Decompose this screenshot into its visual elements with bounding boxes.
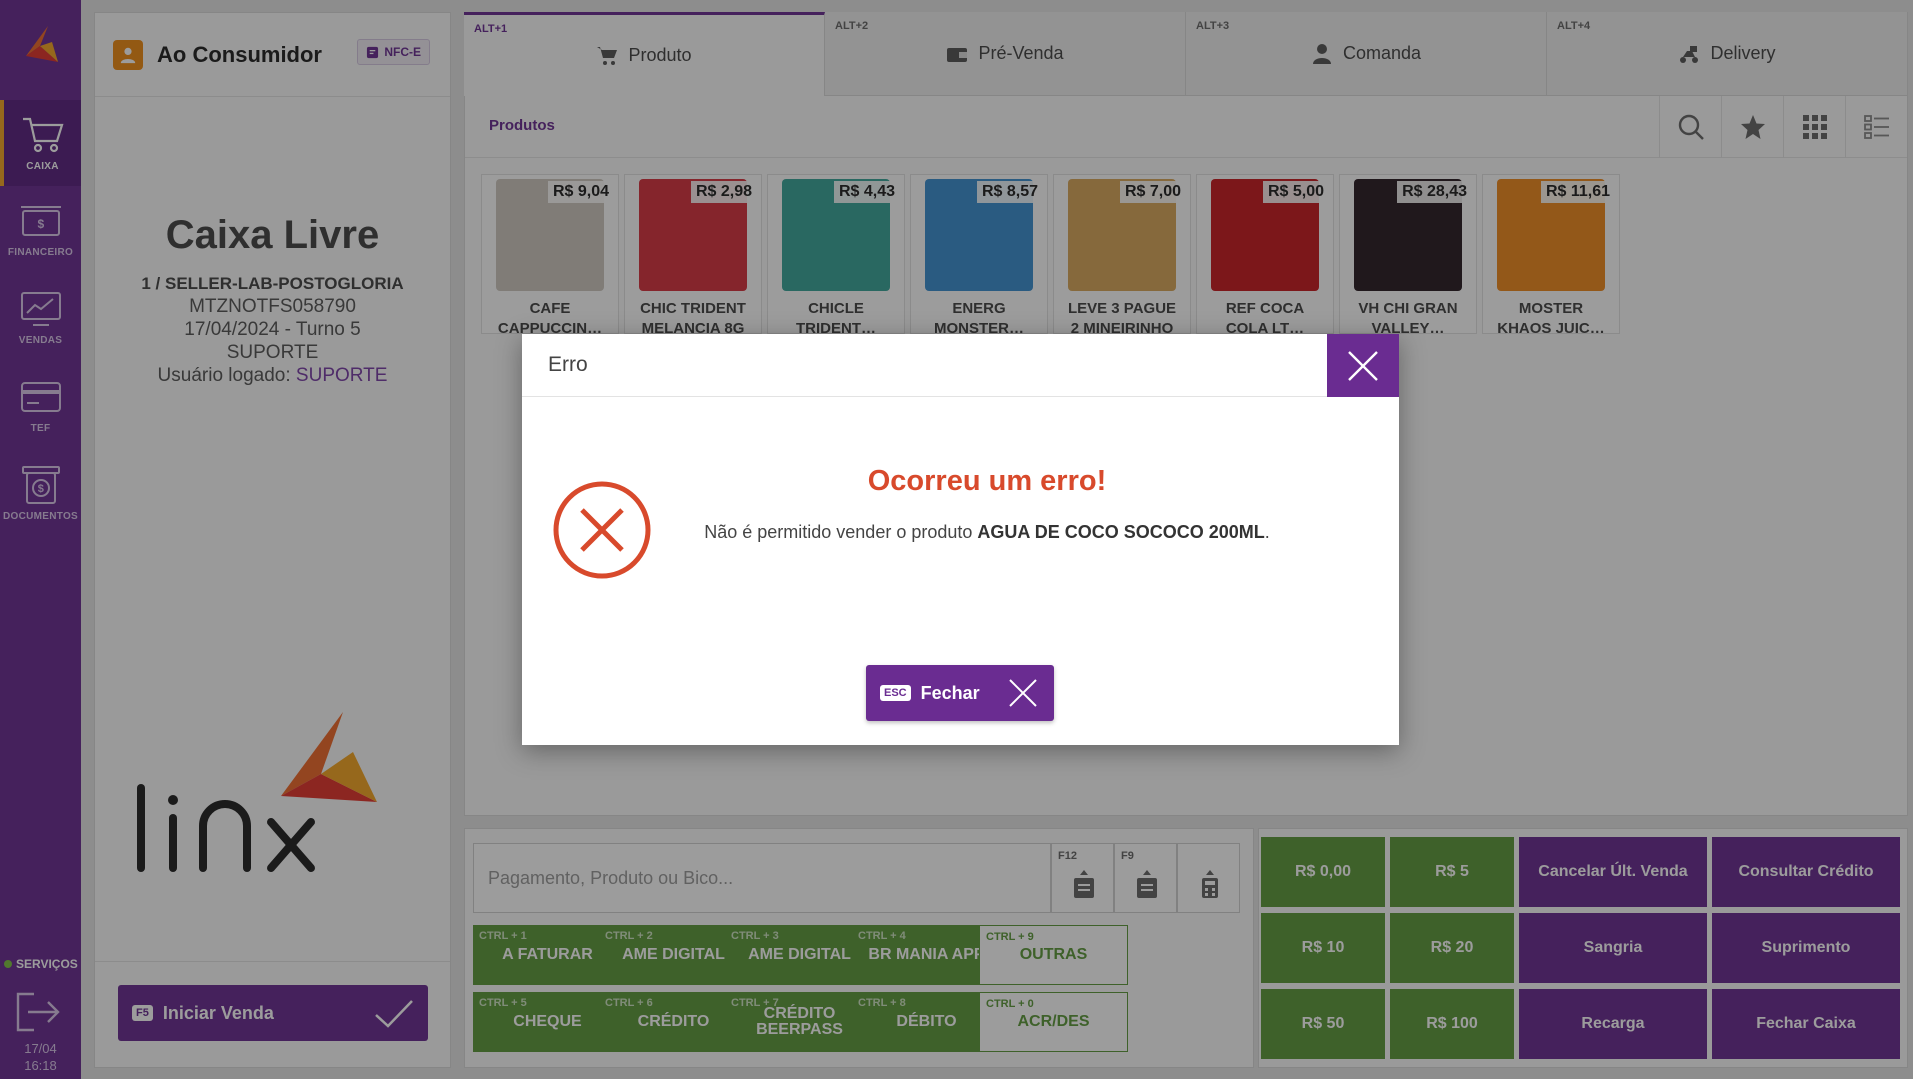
close-icon [1009, 679, 1037, 707]
close-icon [1348, 350, 1378, 381]
dialog-title: Erro [548, 353, 588, 376]
error-message-suffix: . [1264, 522, 1270, 542]
error-dialog: Erro Ocorreu um erro! Não é permitido ve… [522, 334, 1399, 745]
close-button-label: Fechar [920, 682, 980, 703]
dialog-header: Erro [522, 334, 1399, 397]
error-product-name: AGUA DE COCO SOCOCO 200ML [977, 522, 1265, 542]
shortcut-badge: ESC [880, 685, 911, 701]
dialog-close-button[interactable] [1327, 334, 1399, 397]
close-button[interactable]: ESC Fechar [866, 665, 1054, 721]
error-icon [553, 481, 651, 579]
error-heading: Ocorreu um erro! [867, 465, 1107, 497]
error-message: Não é permitido vender o produto AGUA DE… [662, 517, 1312, 547]
error-message-prefix: Não é permitido vender o produto [704, 522, 978, 542]
